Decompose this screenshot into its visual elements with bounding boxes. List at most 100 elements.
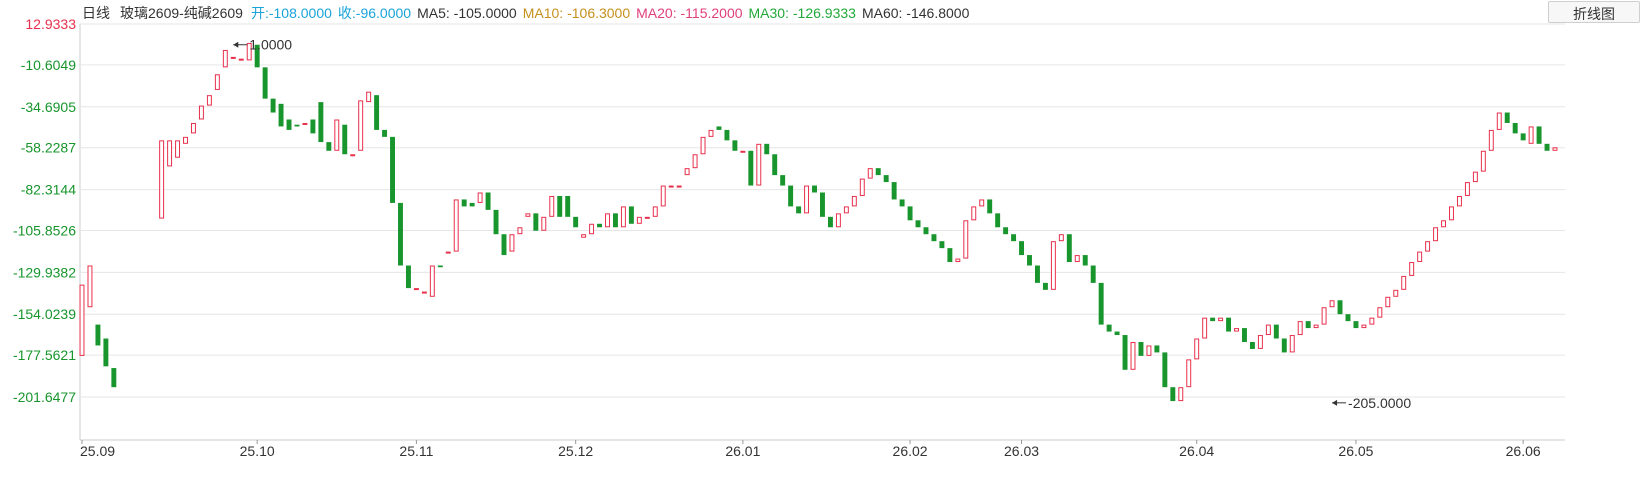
candle-up (198, 105, 204, 120)
candle-down (1504, 112, 1510, 123)
candle-up (804, 185, 810, 214)
candle-down (1154, 345, 1160, 353)
candle-down (827, 216, 833, 228)
candle-up (429, 265, 435, 297)
x-tick-label: 25.12 (558, 443, 593, 459)
candle-down (907, 206, 913, 221)
candle-down (405, 265, 411, 289)
candle-up (1417, 251, 1423, 263)
candle-down (732, 140, 738, 151)
candle-down (390, 136, 395, 203)
candle-up (1472, 171, 1478, 183)
candle-down (915, 220, 921, 228)
candle-down (310, 119, 316, 134)
candle-up (1433, 227, 1439, 242)
candle-up (366, 91, 372, 103)
x-tick-label: 26.04 (1179, 443, 1214, 459)
candle-down (262, 67, 268, 99)
candle-down (294, 124, 300, 127)
candle-down (557, 195, 563, 217)
line-chart-toggle-button[interactable]: 折线图 (1548, 1, 1640, 23)
ma30-value: -126.9333 (792, 5, 856, 21)
candle-down (374, 95, 380, 130)
candle-up (1257, 335, 1263, 349)
candle-down (1122, 335, 1128, 370)
candle-down (1114, 331, 1120, 336)
candle-up (206, 95, 212, 106)
x-tick-label: 26.05 (1338, 443, 1373, 459)
candle-down (1305, 321, 1311, 329)
candle-up (191, 122, 196, 134)
y-axis: 12.9333 -10.6049 -34.6905 -58.2287 -82.3144 -… (13, 16, 76, 405)
y-tick-label: -58.2287 (21, 140, 76, 156)
candle-down (947, 248, 953, 263)
candle-down (780, 175, 786, 186)
open-group: 开:-108.0000 (251, 3, 332, 23)
candle-down (270, 98, 276, 113)
period-label: 日线 (82, 5, 110, 21)
candle-up (167, 140, 173, 167)
candle-up (1194, 338, 1200, 360)
candle-up (549, 195, 555, 217)
close-group: 收:-96.0000 (338, 3, 411, 23)
candle-down (1242, 328, 1247, 342)
candle-down (1520, 133, 1526, 141)
candle-down (1162, 352, 1168, 388)
ma20-value: -115.2000 (680, 5, 743, 21)
candle-down (612, 213, 618, 228)
candle-up (1178, 387, 1184, 402)
candle-up (1464, 182, 1470, 196)
open-label: 开: (250, 5, 269, 21)
candle-up (740, 150, 746, 153)
annotation-arrow (1332, 399, 1338, 406)
annotation-arrow (233, 41, 239, 48)
candle-down (1281, 338, 1287, 353)
symbol-label: 玻璃2609-纯碱2609 (120, 5, 243, 21)
candle-up (1058, 234, 1064, 242)
close-value: -96.0000 (355, 5, 412, 21)
ma10-value: -106.3000 (567, 5, 631, 21)
candle-up (1480, 150, 1486, 172)
x-tick-label: 25.09 (80, 443, 115, 459)
candle-up (1234, 328, 1239, 332)
candle-down (533, 213, 539, 231)
y-tick-label: -201.6477 (13, 389, 76, 405)
candle-down (461, 199, 467, 207)
open-value: -108.0000 (268, 5, 332, 21)
candle-down (278, 103, 284, 127)
candle-up (1130, 341, 1136, 370)
ma60-value: -146.8000 (906, 5, 970, 21)
candle-up (1297, 321, 1303, 336)
candle-up (453, 199, 459, 252)
candle-down (1034, 265, 1040, 283)
candle-up (525, 213, 531, 217)
candle-down (1011, 234, 1017, 242)
candle-down (1003, 227, 1009, 235)
candle-down (1066, 234, 1072, 263)
candle-down (1273, 324, 1279, 339)
candle-up (652, 206, 658, 217)
candle-up (87, 265, 93, 308)
close-label: 收: (337, 5, 356, 21)
candle-down (1345, 314, 1351, 322)
candle-down (1042, 282, 1048, 290)
candle-up (581, 234, 587, 238)
y-tick-label: -129.9382 (13, 264, 76, 280)
annotation-label: -205.0000 (1348, 395, 1411, 411)
candle-down (875, 168, 881, 176)
candle-down (326, 142, 332, 151)
candle-up (1449, 206, 1454, 221)
candle-up (541, 216, 547, 231)
candle-up (79, 284, 85, 356)
ma5-value: -105.0000 (453, 5, 517, 21)
candle-down (1210, 317, 1216, 322)
candle-up (644, 216, 650, 219)
candle-down (565, 195, 571, 217)
candle-up (1425, 241, 1431, 252)
candle-down (1544, 143, 1550, 151)
x-tick-label: 26.03 (1004, 443, 1039, 459)
candle-up (1401, 275, 1407, 290)
candle-down (812, 185, 817, 193)
candle-down (501, 234, 507, 256)
candle-down (1138, 341, 1144, 356)
